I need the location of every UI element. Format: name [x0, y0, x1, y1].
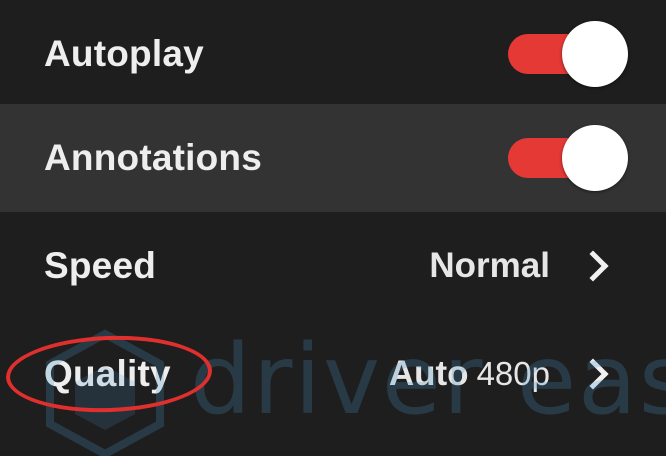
menu-item-speed[interactable]: Speed Normal — [0, 212, 666, 320]
toggle-knob — [562, 125, 628, 191]
quality-value: Auto 480p — [389, 354, 550, 394]
speed-value: Normal — [429, 246, 550, 285]
settings-menu: Autoplay Annotations Speed Normal Qualit… — [0, 0, 666, 456]
menu-item-annotations[interactable]: Annotations — [0, 104, 666, 212]
toggle-knob — [562, 21, 628, 87]
chevron-right-icon — [577, 358, 609, 390]
quality-value-sub: 480p — [476, 355, 550, 392]
menu-item-label: Autoplay — [44, 33, 204, 74]
menu-item-label: Speed — [44, 245, 157, 286]
menu-item-label: Annotations — [44, 137, 263, 178]
chevron-right-icon — [577, 250, 609, 282]
annotations-toggle[interactable] — [508, 125, 628, 191]
menu-item-autoplay[interactable]: Autoplay — [0, 0, 666, 108]
quality-value-main: Auto — [388, 354, 469, 393]
autoplay-toggle[interactable] — [508, 21, 628, 87]
